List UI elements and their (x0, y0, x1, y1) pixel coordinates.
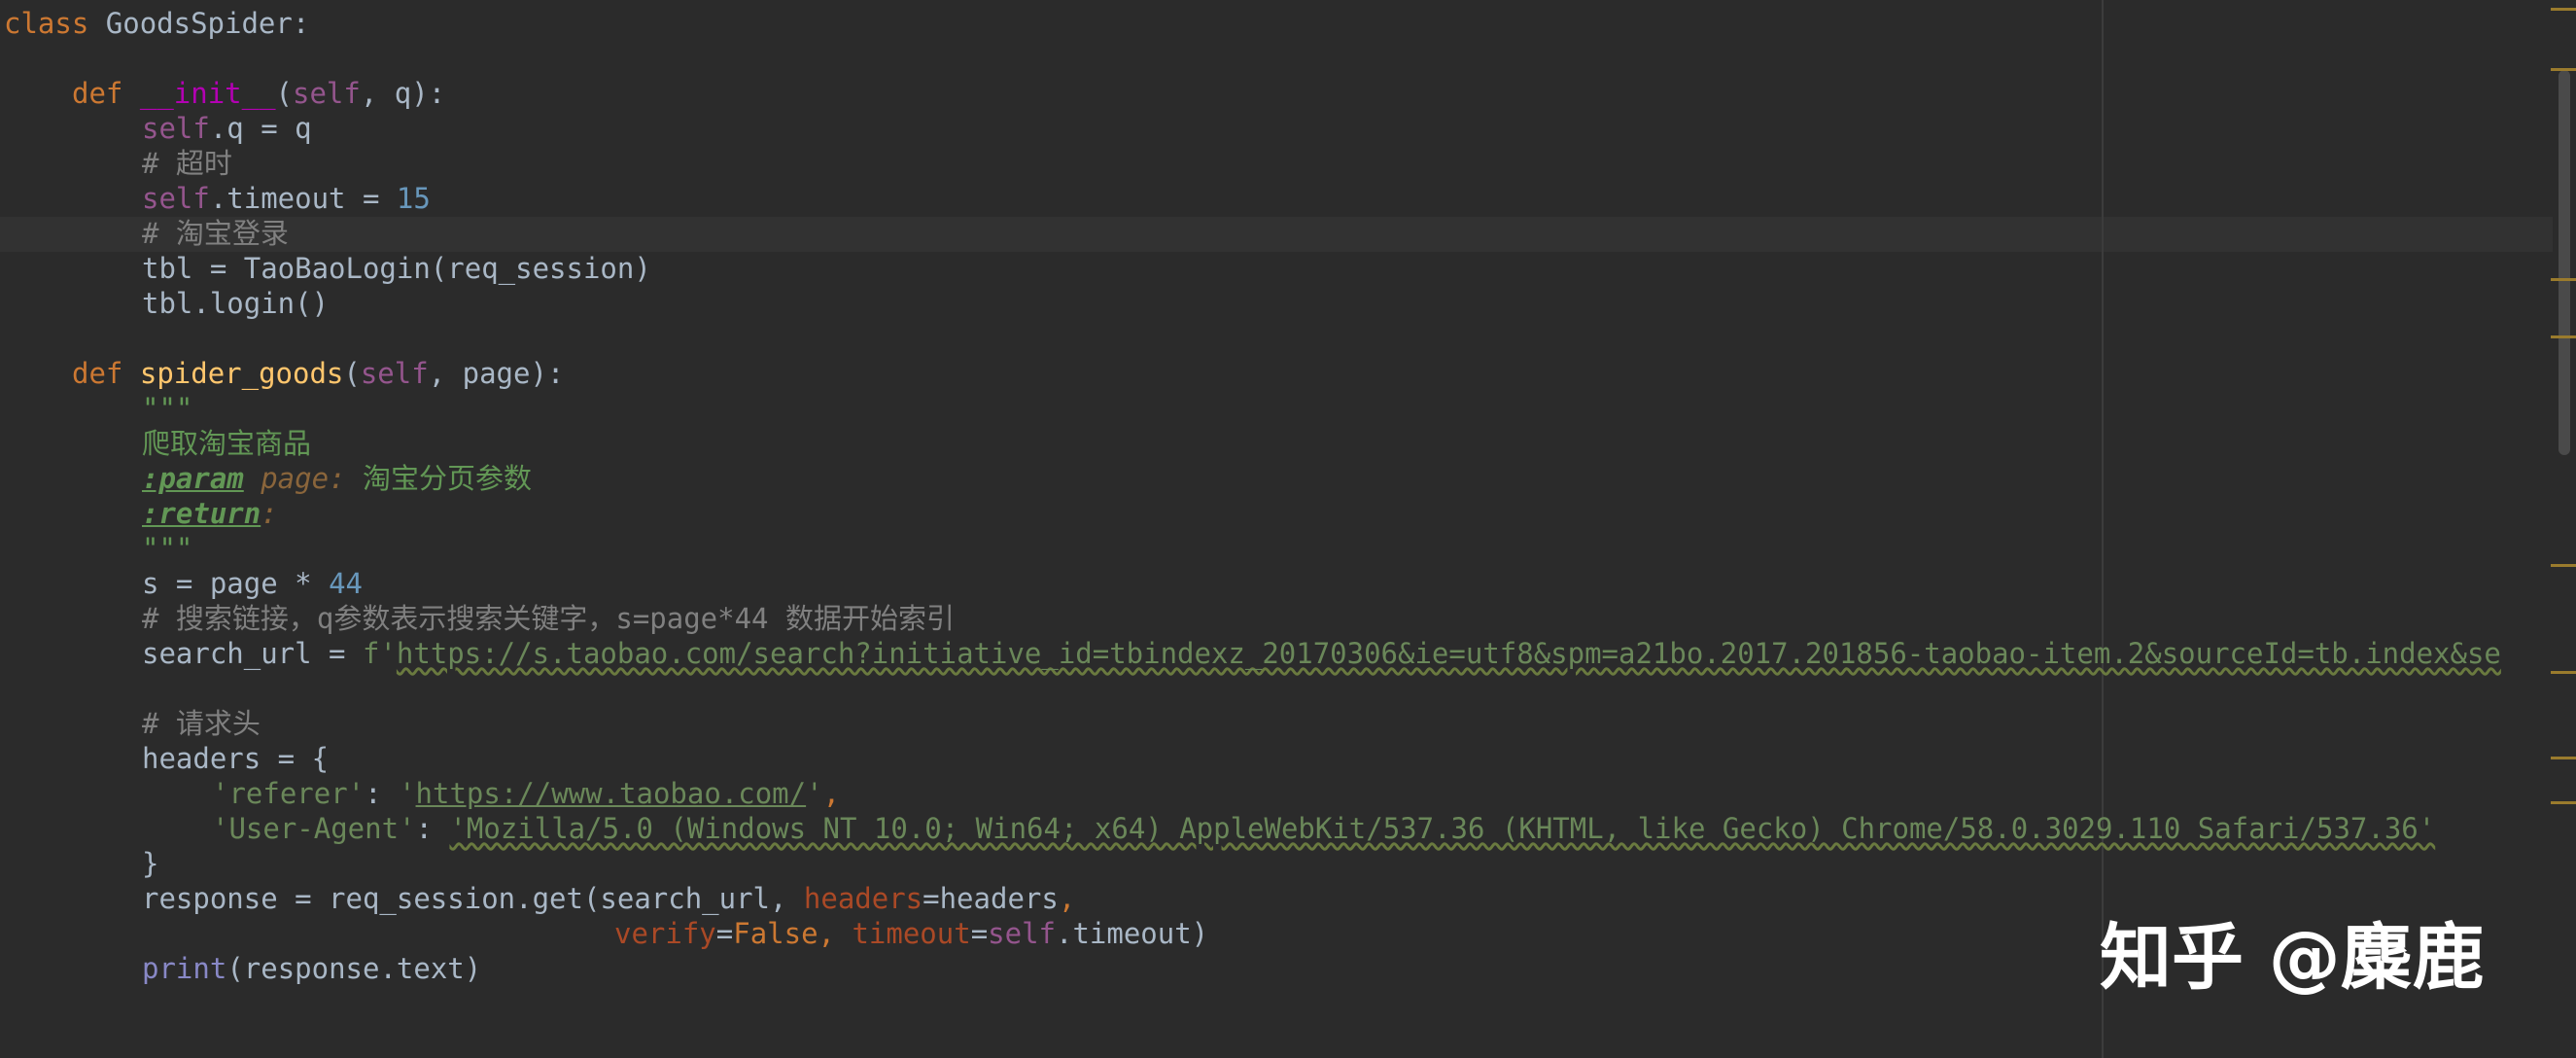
code-line-5[interactable]: # 超时 (4, 146, 2501, 181)
code-line-3[interactable]: def __init__(self, q): (4, 76, 2501, 111)
code-editor[interactable]: class GoodsSpider: def __init__(self, q)… (0, 0, 2576, 1058)
code-line-11[interactable]: def spider_goods(self, page): (4, 356, 2501, 391)
warning-stripe-marker[interactable] (2551, 335, 2576, 338)
code-line-7[interactable]: # 淘宝登录 (4, 216, 2501, 251)
code-line-10[interactable] (4, 321, 2501, 356)
warning-stripe-marker[interactable] (2551, 757, 2576, 759)
code-line-25[interactable]: } (4, 846, 2501, 881)
code-line-2[interactable] (4, 41, 2501, 76)
code-line-17[interactable]: s = page * 44 (4, 566, 2501, 601)
search-url-link[interactable]: https://s.taobao.com/search?initiative_i… (397, 637, 2501, 670)
zhihu-watermark: 知乎 @麋鹿 (2100, 916, 2485, 1000)
warning-stripe-marker[interactable] (2551, 68, 2576, 71)
warning-stripe-marker[interactable] (2551, 671, 2576, 674)
code-line-9[interactable]: tbl.login() (4, 286, 2501, 321)
warning-stripe-marker[interactable] (2551, 8, 2576, 11)
code-line-20[interactable] (4, 671, 2501, 706)
warning-stripe-marker[interactable] (2551, 801, 2576, 804)
code-line-22[interactable]: headers = { (4, 741, 2501, 776)
code-area[interactable]: class GoodsSpider: def __init__(self, q)… (4, 6, 2501, 986)
warning-stripe-marker[interactable] (2551, 278, 2576, 281)
code-line-15[interactable]: :return: (4, 496, 2501, 531)
code-line-4[interactable]: self.q = q (4, 111, 2501, 146)
code-line-8[interactable]: tbl = TaoBaoLogin(req_session) (4, 251, 2501, 286)
code-line-18[interactable]: # 搜索链接，q参数表示搜索关键字，s=page*44 数据开始索引 (4, 601, 2501, 636)
code-line-13[interactable]: 爬取淘宝商品 (4, 426, 2501, 461)
code-line-21[interactable]: # 请求头 (4, 706, 2501, 741)
code-line-12[interactable]: """ (4, 391, 2501, 426)
code-line-1[interactable]: class GoodsSpider: (4, 6, 2501, 41)
code-line-23[interactable]: 'referer': 'https://www.taobao.com/', (4, 776, 2501, 811)
code-line-16[interactable]: """ (4, 531, 2501, 566)
scrollbar-thumb[interactable] (2559, 70, 2570, 455)
code-line-19[interactable]: search_url = f'https://s.taobao.com/sear… (4, 636, 2501, 671)
code-line-6[interactable]: self.timeout = 15 (4, 181, 2501, 216)
warning-stripe-marker[interactable] (2551, 564, 2576, 567)
referer-url-link[interactable]: https://www.taobao.com/ (416, 777, 807, 810)
code-line-24[interactable]: 'User-Agent': 'Mozilla/5.0 (Windows NT 1… (4, 811, 2501, 846)
vertical-scrollbar[interactable] (2553, 0, 2576, 1058)
code-line-14[interactable]: :param page: 淘宝分页参数 (4, 461, 2501, 496)
